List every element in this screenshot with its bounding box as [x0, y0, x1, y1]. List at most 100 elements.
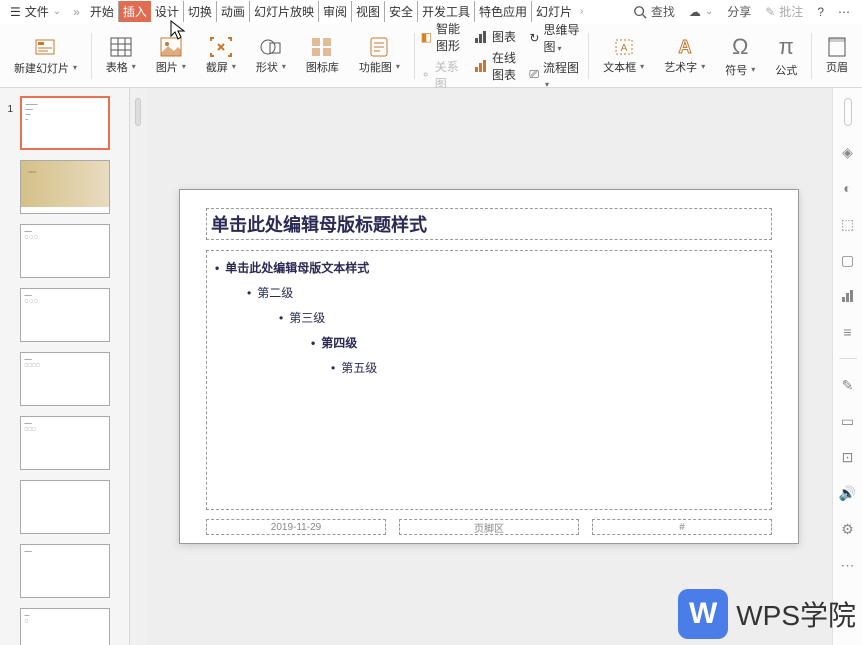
- chevron-down-icon: ⌄: [53, 6, 61, 17]
- slide-master[interactable]: 单击此处编辑母版标题样式 •单击此处编辑母版文本样式 •第二级 •第三级 •第四…: [179, 189, 799, 544]
- mindmap-label: 思维导图▾: [543, 21, 582, 55]
- annotate-button[interactable]: ✎ 批注: [765, 3, 803, 20]
- tab-overflow-right[interactable]: ›: [580, 6, 583, 17]
- thumbnail-6[interactable]: ━━━▢▢▢: [20, 416, 110, 470]
- ribbon-image[interactable]: 图片▾: [148, 28, 194, 84]
- side-select-button[interactable]: ▭: [838, 411, 858, 431]
- thumbnail-2[interactable]: ▭▭: [20, 160, 110, 214]
- tab-special[interactable]: 特色应用: [475, 1, 532, 22]
- relation-icon: ⚬: [421, 68, 431, 82]
- textbox-icon: A: [613, 37, 635, 57]
- ribbon-relation: ⚬ 关系图: [421, 58, 470, 92]
- ribbon-header[interactable]: 页眉: [818, 28, 856, 84]
- bullet-level-1: •单击此处编辑母版文本样式: [215, 259, 763, 276]
- scrollbar-thumb[interactable]: [135, 98, 141, 126]
- share-button[interactable]: 分享: [727, 3, 751, 20]
- flowchart-label: 流程图▾: [543, 59, 582, 90]
- ribbon-flowchart[interactable]: ⎚ 流程图▾: [529, 59, 582, 90]
- thumbnail-5[interactable]: ━━━▢▢▢▢: [20, 352, 110, 406]
- cloud-icon: ☁: [689, 5, 701, 19]
- thumbnail-4[interactable]: ━━━▢ ▢ ▢: [20, 288, 110, 342]
- tab-design[interactable]: 设计: [151, 1, 184, 22]
- side-audio-button[interactable]: 🔊: [838, 483, 858, 503]
- cloud-button[interactable]: ☁ ⌄: [689, 5, 713, 19]
- side-stats-button[interactable]: [838, 286, 858, 306]
- side-scroll-handle[interactable]: [844, 98, 852, 126]
- side-format-button[interactable]: ⬚: [838, 214, 858, 234]
- share-label: 分享: [727, 3, 751, 20]
- side-layers-button[interactable]: ≡: [838, 322, 858, 342]
- master-title-placeholder[interactable]: 单击此处编辑母版标题样式: [206, 208, 772, 240]
- symbol-label: 符号▾: [725, 62, 755, 78]
- help-button[interactable]: ?: [817, 5, 824, 19]
- bullet-level-3: •第三级: [279, 309, 763, 326]
- ribbon-shape[interactable]: 形状▾: [248, 28, 294, 84]
- side-design-button[interactable]: ◈: [838, 142, 858, 162]
- ribbon-online-chart[interactable]: 在线图表: [474, 49, 525, 83]
- thumbnail-7[interactable]: [20, 480, 110, 534]
- ribbon-mindmap[interactable]: ↻ 思维导图▾: [529, 21, 582, 55]
- slide-thumbnails: 1 ━━━━━━━━━━━ ▭▭ ━━━▢ ▢ ▢ ━━━▢ ▢ ▢ ━━━▢▢…: [0, 88, 130, 645]
- ribbon-wordart[interactable]: A 艺术字▾: [656, 28, 713, 84]
- thumbnail-8[interactable]: ━━━: [20, 544, 110, 598]
- ribbon-textbox[interactable]: A 文本框▾: [595, 28, 652, 84]
- new-slide-label: 新建幻灯片▾: [14, 60, 77, 76]
- tab-transition[interactable]: 切换: [184, 1, 217, 22]
- ribbon-tabs: 开始 插入 设计 切换 动画 幻灯片放映 审阅 视图 安全 开发工具 特色应用 …: [86, 0, 584, 24]
- ribbon-symbol[interactable]: Ω 符号▾: [717, 28, 763, 84]
- side-zoom-button[interactable]: ⊡: [838, 447, 858, 467]
- formula-icon: π: [779, 34, 794, 60]
- side-template-button[interactable]: ◐: [838, 178, 858, 198]
- ribbon-smartshape[interactable]: ◧ 智能图形: [421, 20, 470, 54]
- side-more-button[interactable]: ⋯: [838, 555, 858, 575]
- ribbon-formula[interactable]: π 公式: [767, 28, 805, 84]
- side-animate-button[interactable]: ▢: [838, 250, 858, 270]
- tab-view[interactable]: 视图: [352, 1, 385, 22]
- svg-text:A: A: [678, 37, 691, 57]
- thumbnail-scrollbar[interactable]: [130, 88, 146, 645]
- ribbon-screenshot[interactable]: 截屏▾: [198, 28, 244, 84]
- slide-number: 1: [8, 104, 14, 115]
- ribbon-new-slide[interactable]: 新建幻灯片▾: [6, 28, 85, 84]
- date-placeholder[interactable]: 2019-11-29: [206, 519, 386, 535]
- tab-slideshow[interactable]: 幻灯片放映: [250, 1, 319, 22]
- thumbnail-1[interactable]: 1 ━━━━━━━━━━━: [20, 96, 110, 150]
- table-label: 表格▾: [106, 59, 136, 75]
- side-settings-button[interactable]: ⚙: [838, 519, 858, 539]
- ribbon-function[interactable]: 功能图▾: [351, 28, 408, 84]
- footer-placeholder[interactable]: 页脚区: [399, 519, 579, 535]
- tab-slide-extra[interactable]: 幻灯片: [532, 1, 580, 22]
- slide-canvas: 单击此处编辑母版标题样式 •单击此处编辑母版文本样式 •第二级 •第三级 •第四…: [146, 88, 832, 645]
- thumbnail-3[interactable]: ━━━▢ ▢ ▢: [20, 224, 110, 278]
- mindmap-icon: ↻: [529, 31, 539, 45]
- symbol-icon: Ω: [732, 34, 748, 60]
- smartshape-label: 智能图形: [436, 20, 470, 54]
- new-slide-icon: [34, 36, 58, 58]
- smartshape-icon: ◧: [421, 30, 432, 44]
- file-menu[interactable]: ☰ 文件 ⌄: [4, 1, 67, 22]
- tab-start[interactable]: 开始: [86, 1, 119, 22]
- search-button[interactable]: 查找: [633, 3, 675, 20]
- thumbnail-9[interactable]: ━━▢: [20, 608, 110, 645]
- formula-label: 公式: [775, 62, 797, 78]
- tab-security[interactable]: 安全: [385, 1, 418, 22]
- online-chart-label: 在线图表: [492, 49, 525, 83]
- more-button[interactable]: ⋯: [838, 5, 850, 19]
- side-edit-button[interactable]: ✎: [838, 375, 858, 395]
- screenshot-label: 截屏▾: [206, 59, 236, 75]
- ribbon-icon-lib[interactable]: 图标库: [298, 28, 347, 84]
- chevron-down-icon: ⌄: [705, 6, 713, 17]
- annotate-label: 批注: [779, 3, 803, 20]
- tab-animation[interactable]: 动画: [217, 1, 250, 22]
- right-side-panel: ◈ ◐ ⬚ ▢ ≡ ✎ ▭ ⊡ 🔊 ⚙ ⋯: [832, 88, 862, 645]
- tab-insert[interactable]: 插入: [119, 1, 151, 22]
- master-content-placeholder[interactable]: •单击此处编辑母版文本样式 •第二级 •第三级 •第四级 •第五级: [206, 250, 772, 510]
- ribbon-table[interactable]: 表格▾: [98, 28, 144, 84]
- online-chart-icon: [474, 59, 488, 73]
- file-label: 文件: [25, 3, 49, 20]
- number-placeholder[interactable]: #: [592, 519, 772, 535]
- ribbon-chart[interactable]: 图表: [474, 28, 525, 45]
- header-icon: [828, 37, 846, 57]
- tab-overflow-left[interactable]: »: [73, 5, 80, 19]
- tab-review[interactable]: 审阅: [319, 1, 352, 22]
